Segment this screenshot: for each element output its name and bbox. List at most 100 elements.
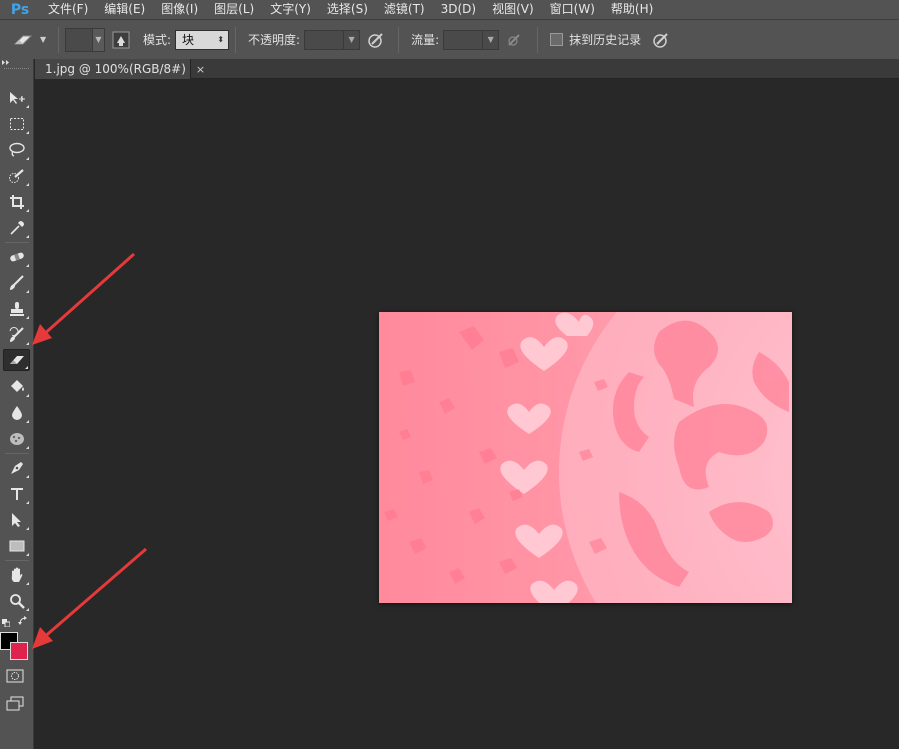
quick-selection-tool[interactable] <box>3 165 30 187</box>
document-tab[interactable]: 1.jpg @ 100%(RGB/8#) × <box>35 59 205 79</box>
hand-tool[interactable] <box>3 564 30 586</box>
move-tool[interactable] <box>3 87 30 109</box>
background-color-swatch[interactable] <box>10 642 28 660</box>
history-brush-tool[interactable] <box>3 324 30 346</box>
screen-mode-button[interactable] <box>5 696 25 712</box>
rectangle-tool[interactable] <box>3 535 30 557</box>
pen-pressure-icon <box>653 32 668 48</box>
quick-mask-button[interactable] <box>6 669 24 683</box>
crop-icon <box>9 195 24 209</box>
divider <box>537 26 539 53</box>
lasso-tool[interactable] <box>3 139 30 161</box>
menu-filter[interactable]: 滤镜(T) <box>376 0 433 19</box>
erase-to-history-label: 抹到历史记录 <box>569 33 642 47</box>
panel-grip[interactable] <box>4 68 29 78</box>
divider <box>398 26 400 53</box>
flow-field[interactable]: ▼ <box>443 29 500 50</box>
document-tab-bar: 1.jpg @ 100%(RGB/8#) × <box>35 59 899 79</box>
arrow-icon <box>11 513 21 527</box>
mode-value: 块 <box>182 33 195 47</box>
rectangle-icon <box>9 540 24 552</box>
lasso-icon <box>8 142 25 157</box>
paint-bucket-tool[interactable] <box>3 376 30 398</box>
airbrush-icon <box>508 33 520 46</box>
brush-panel-toggle[interactable] <box>109 28 133 52</box>
tool-group-divider <box>5 242 29 243</box>
double-chevron-icon <box>2 60 9 65</box>
quick-mask-icon <box>6 669 24 683</box>
chevron-down-icon: ▼ <box>482 30 498 49</box>
magnifier-icon <box>9 594 25 609</box>
updown-icon: ⬍ <box>217 35 225 44</box>
marquee-icon <box>9 118 24 130</box>
erase-to-history-checkbox[interactable] <box>550 33 564 46</box>
options-bar: ▼ ▼ 模式: 块 ⬍ 不透明度: ▼ 流量: ▼ 抹到历史记录 <box>0 19 899 59</box>
mode-label: 模式: <box>143 33 172 47</box>
pen-icon <box>10 462 23 474</box>
chevron-down-icon[interactable]: ▼ <box>40 35 52 44</box>
pen-tool[interactable] <box>3 457 30 479</box>
document-image[interactable] <box>379 312 792 603</box>
eraser-icon <box>9 356 24 364</box>
chevron-down-icon: ▼ <box>92 28 104 51</box>
opacity-label: 不透明度: <box>248 33 301 47</box>
path-selection-tool[interactable] <box>3 509 30 531</box>
paint-bucket-icon <box>10 380 24 392</box>
history-brush-icon <box>9 327 24 342</box>
spot-healing-tool[interactable] <box>3 246 30 268</box>
brush-panel-icon <box>112 31 130 48</box>
chevron-down-icon: ▼ <box>343 30 359 49</box>
eyedropper-tool[interactable] <box>3 217 30 239</box>
eraser-tool[interactable] <box>3 349 30 371</box>
panel-collapse[interactable] <box>0 59 33 66</box>
default-colors-button[interactable] <box>2 616 11 628</box>
flow-label: 流量: <box>411 33 440 47</box>
pressure-opacity-button[interactable] <box>364 28 388 52</box>
type-tool[interactable] <box>3 483 30 505</box>
quick-selection-icon <box>8 169 24 183</box>
droplet-icon <box>11 406 22 420</box>
canvas-area[interactable] <box>35 79 899 749</box>
eyedropper-icon <box>9 221 24 235</box>
divider <box>235 26 237 53</box>
clone-stamp-tool[interactable] <box>3 298 30 320</box>
mode-select[interactable]: 块 ⬍ <box>175 29 230 50</box>
bandage-icon <box>9 252 24 262</box>
stamp-icon <box>9 302 24 316</box>
menu-3d[interactable]: 3D(D) <box>433 0 484 19</box>
eraser-icon <box>13 35 33 44</box>
dodge-tool[interactable] <box>3 428 30 450</box>
close-icon[interactable]: × <box>196 63 205 76</box>
marquee-tool[interactable] <box>3 113 30 135</box>
photoshop-window: Ps 文件(F) 编辑(E) 图像(I) 图层(L) 文字(Y) 选择(S) 滤… <box>0 0 899 749</box>
brush-icon <box>9 275 24 290</box>
menu-select[interactable]: 选择(S) <box>319 0 376 19</box>
blur-tool[interactable] <box>3 402 30 424</box>
tool-preset-picker[interactable] <box>6 26 40 54</box>
divider <box>58 26 59 53</box>
menu-file[interactable]: 文件(F) <box>40 0 96 19</box>
brush-tool[interactable] <box>3 272 30 294</box>
pressure-size-button[interactable] <box>649 28 673 52</box>
move-icon <box>9 92 25 104</box>
menu-edit[interactable]: 编辑(E) <box>96 0 153 19</box>
menu-view[interactable]: 视图(V) <box>484 0 542 19</box>
tool-group-divider <box>5 560 29 561</box>
zoom-tool[interactable] <box>3 590 30 612</box>
brush-preset-picker[interactable]: ▼ <box>65 27 105 52</box>
sponge-icon <box>9 433 24 445</box>
airbrush-button[interactable] <box>503 28 527 52</box>
tool-group-divider <box>5 453 29 454</box>
menu-window[interactable]: 窗口(W) <box>542 0 603 19</box>
swap-arrow-icon <box>18 616 27 625</box>
type-icon <box>10 488 23 500</box>
document-tab-title: 1.jpg @ 100%(RGB/8#) <box>45 62 186 76</box>
menu-help[interactable]: 帮助(H) <box>603 0 661 19</box>
menu-layer[interactable]: 图层(L) <box>206 0 262 19</box>
swap-colors-button[interactable] <box>18 615 28 625</box>
menu-type[interactable]: 文字(Y) <box>262 0 319 19</box>
menu-image[interactable]: 图像(I) <box>153 0 206 19</box>
crop-tool[interactable] <box>3 191 30 213</box>
opacity-field[interactable]: ▼ <box>304 29 361 50</box>
hand-icon <box>11 567 22 582</box>
